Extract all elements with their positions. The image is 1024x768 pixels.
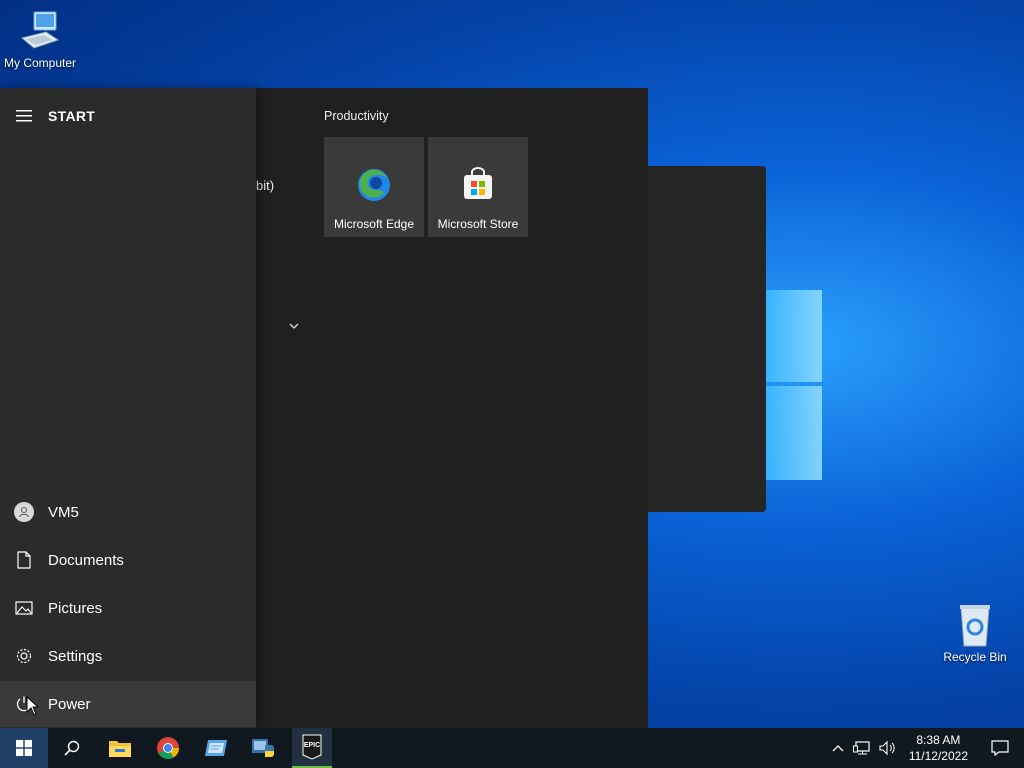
start-menu-title: START — [48, 108, 96, 124]
action-center-button[interactable] — [976, 728, 1024, 768]
store-icon — [464, 167, 492, 199]
rail-item-label: VM5 — [48, 503, 79, 521]
rail-item-label: Power — [48, 695, 91, 713]
taskbar-epic-games[interactable]: EPIC — [292, 728, 332, 768]
desktop-icon-my-computer[interactable]: My Computer — [0, 10, 80, 70]
folder-icon — [109, 741, 131, 757]
document-icon — [17, 551, 31, 569]
mouse-cursor-icon — [26, 696, 40, 716]
chevron-down-icon[interactable] — [288, 322, 300, 330]
tray-network[interactable] — [849, 728, 875, 768]
taskbar-chrome[interactable] — [144, 728, 192, 768]
speaker-icon — [879, 740, 895, 756]
start-menu-header[interactable]: START — [0, 88, 256, 144]
taskbar-python[interactable] — [240, 728, 288, 768]
tile-microsoft-edge[interactable]: Microsoft Edge — [324, 137, 424, 237]
edge-icon — [358, 169, 390, 201]
user-avatar-icon — [14, 502, 34, 522]
rail-item-settings[interactable]: Settings — [0, 633, 256, 679]
chevron-up-icon — [832, 745, 844, 752]
app-window-icon — [205, 740, 227, 756]
taskbar-file-explorer[interactable] — [96, 728, 144, 768]
tile-microsoft-store[interactable]: Microsoft Store — [428, 137, 528, 237]
start-menu-rail: START VM5 Documents Pictures Settings Po… — [0, 88, 256, 728]
rail-item-pictures[interactable]: Pictures — [0, 585, 256, 631]
background-window — [640, 166, 766, 512]
windows-logo-icon — [16, 740, 32, 756]
notification-icon — [991, 740, 1009, 756]
network-icon — [852, 741, 870, 755]
hamburger-menu-icon[interactable] — [0, 88, 48, 144]
tile-group-label: Productivity — [324, 109, 389, 123]
desktop-icon-label: My Computer — [3, 56, 77, 70]
search-icon — [64, 740, 80, 756]
clock-time: 8:38 AM — [916, 733, 961, 747]
partial-app-list-text: bit) — [256, 178, 275, 193]
rail-item-label: Documents — [48, 551, 124, 569]
clock-date: 11/12/2022 — [908, 749, 968, 763]
desktop-icon-label: Recycle Bin — [943, 650, 1007, 664]
start-button[interactable] — [0, 728, 48, 768]
epic-games-label: EPIC — [303, 741, 321, 749]
chrome-icon — [157, 737, 179, 759]
rail-item-label: Settings — [48, 647, 103, 665]
rail-item-user[interactable]: VM5 — [0, 489, 256, 535]
computer-icon — [20, 11, 60, 49]
taskbar-search-button[interactable] — [48, 728, 96, 768]
system-tray: 8:38 AM 11/12/2022 — [827, 728, 1024, 768]
rail-item-documents[interactable]: Documents — [0, 537, 256, 583]
tray-volume[interactable] — [875, 728, 901, 768]
wallpaper-windows-logo — [766, 290, 822, 480]
taskbar-clock[interactable]: 8:38 AM 11/12/2022 — [901, 732, 976, 764]
rail-item-label: Pictures — [48, 599, 103, 617]
taskbar-app-window[interactable] — [192, 728, 240, 768]
gear-icon — [16, 648, 32, 664]
pictures-icon — [15, 601, 33, 615]
tile-label: Microsoft Edge — [333, 217, 415, 231]
desktop-icon-recycle-bin[interactable]: Recycle Bin — [935, 602, 1015, 664]
tray-overflow-button[interactable] — [827, 728, 849, 768]
python-icon — [252, 739, 274, 757]
tile-label: Microsoft Store — [437, 217, 519, 231]
taskbar: EPIC 8:38 AM 11/12/2022 — [0, 728, 1024, 768]
recycle-bin-icon — [960, 605, 990, 647]
